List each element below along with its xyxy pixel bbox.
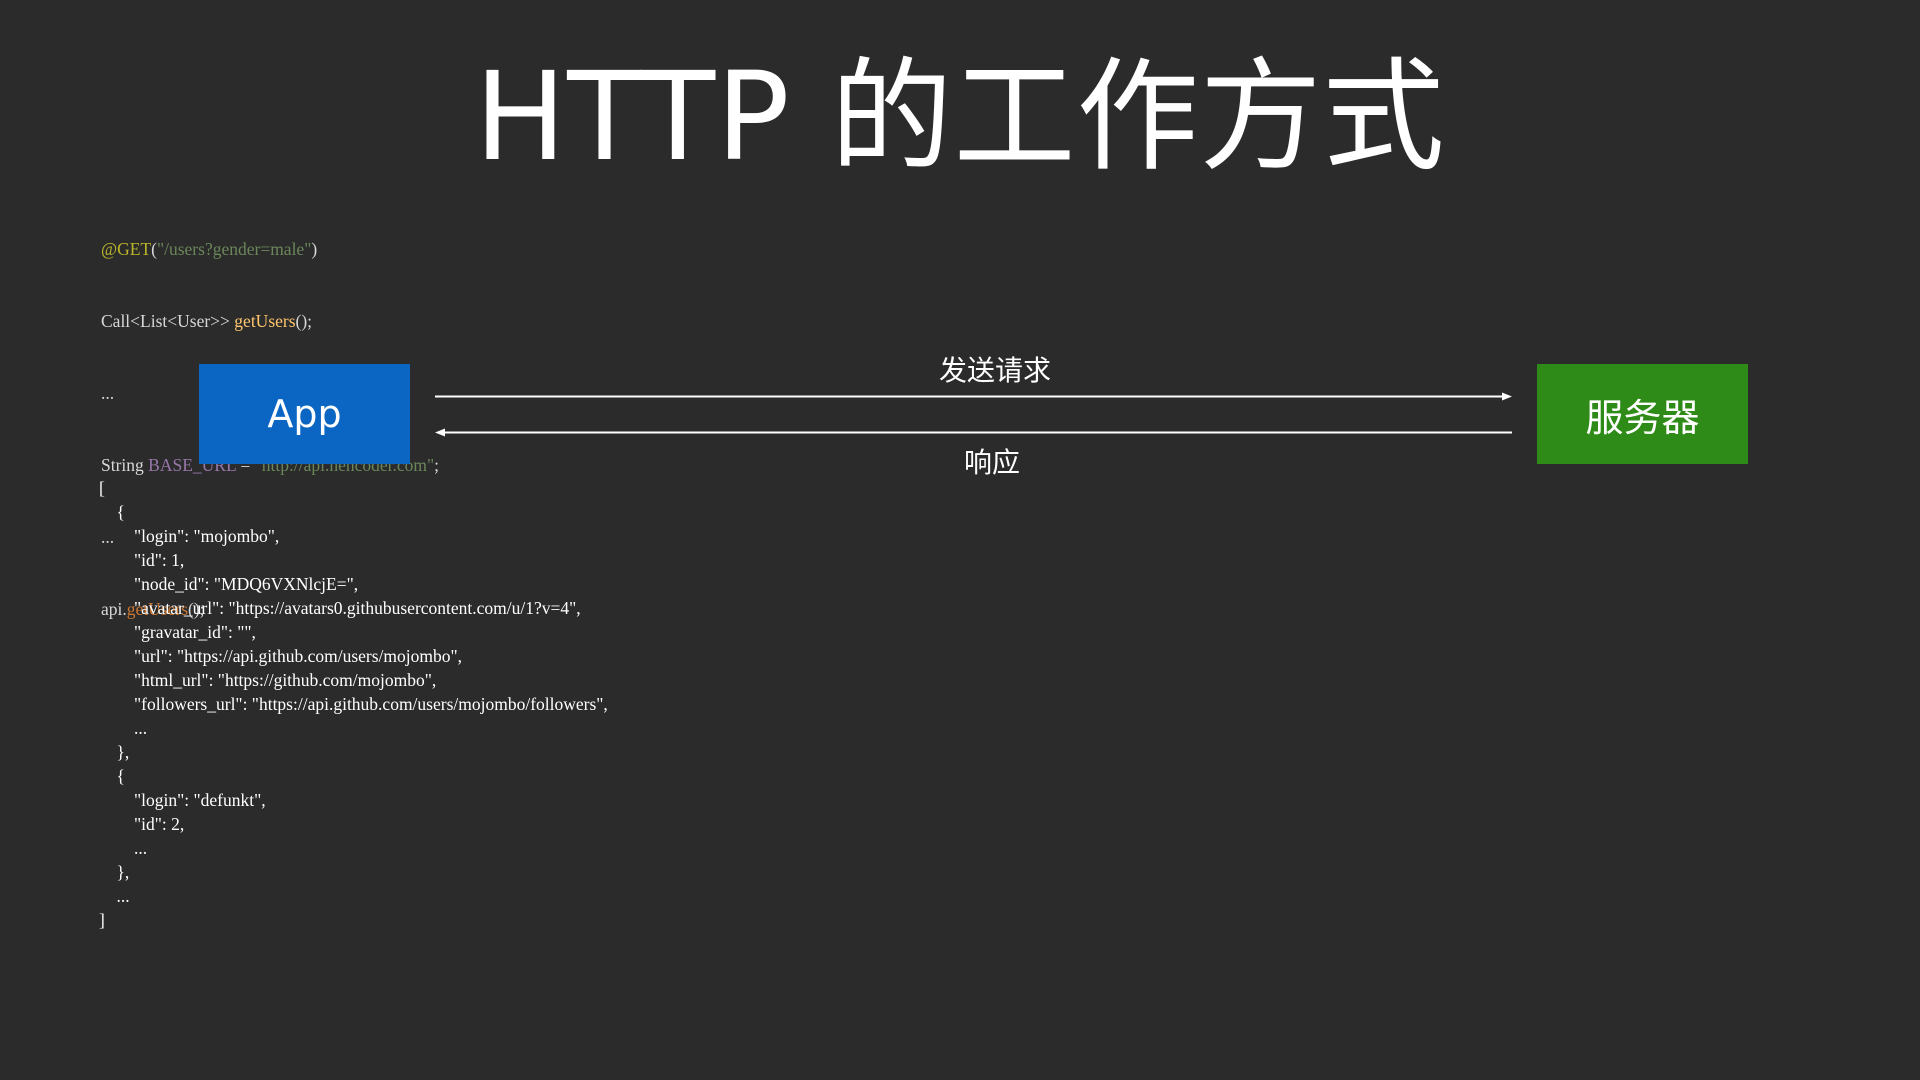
- json-line: ]: [99, 910, 105, 930]
- json-line: {: [99, 502, 125, 522]
- json-line: "login": "defunkt",: [99, 790, 266, 810]
- json-line: [: [99, 478, 105, 498]
- json-line: ...: [99, 718, 148, 738]
- json-line: ...: [99, 838, 148, 858]
- response-arrow-head: [435, 428, 445, 437]
- json-line: {: [99, 766, 125, 786]
- json-line: },: [99, 742, 130, 762]
- json-line: },: [99, 862, 130, 882]
- json-response-body: [ { "login": "mojombo", "id": 1, "node_i…: [99, 476, 608, 932]
- request-arrow-head: [1502, 392, 1512, 401]
- json-line: "id": 1,: [99, 550, 185, 570]
- json-line: "login": "mojombo",: [99, 526, 280, 546]
- json-line: "url": "https://api.github.com/users/moj…: [99, 646, 463, 666]
- response-arrow: [435, 428, 1512, 437]
- request-arrow: [435, 392, 1512, 401]
- json-line: "node_id": "MDQ6VXNlcjE=",: [99, 574, 359, 594]
- json-line: "html_url": "https://github.com/mojombo"…: [99, 670, 437, 690]
- json-line: "followers_url": "https://api.github.com…: [99, 694, 608, 714]
- json-line: "gravatar_id": "",: [99, 622, 256, 642]
- json-line: "avatar_url": "https://avatars0.githubus…: [99, 598, 581, 618]
- json-line: ...: [99, 886, 130, 906]
- json-line: "id": 2,: [99, 814, 185, 834]
